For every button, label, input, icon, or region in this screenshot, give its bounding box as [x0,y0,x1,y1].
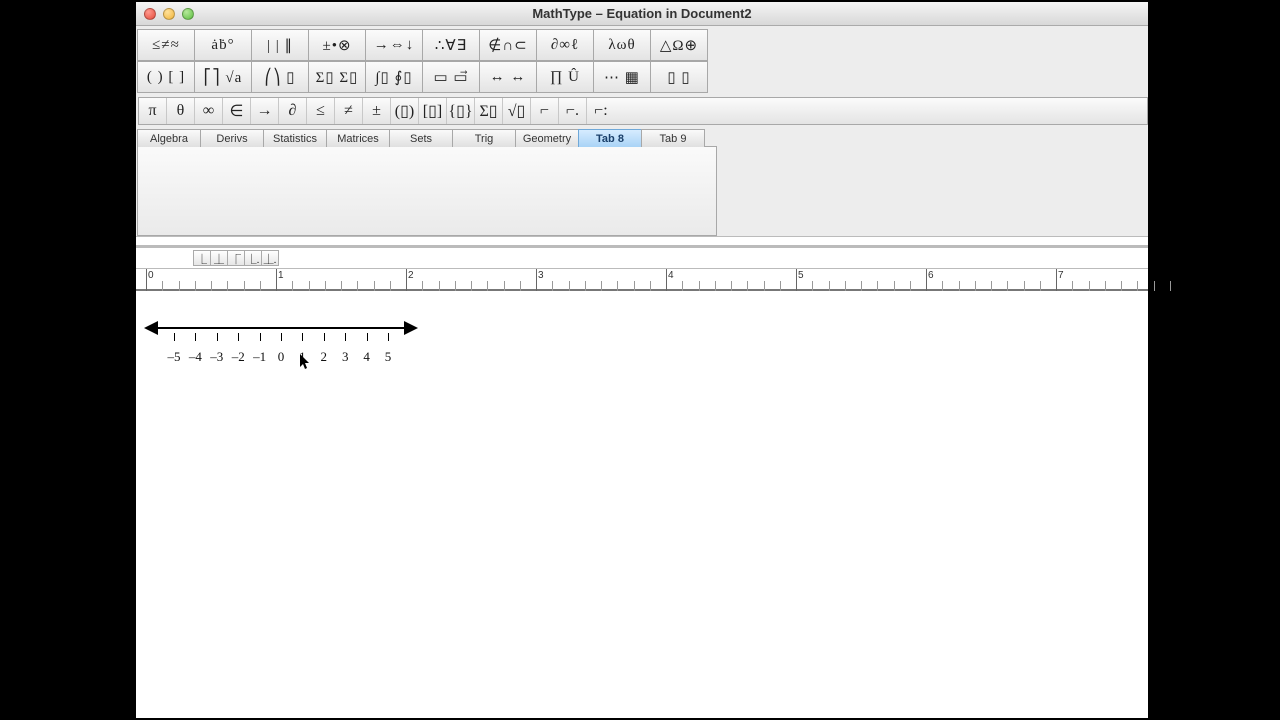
symbol-btn-16[interactable]: ⌐: [587,98,615,124]
arrow-right-icon [404,321,418,335]
tab-matrices[interactable]: Matrices [326,129,390,147]
number-line-label-3: –2 [232,349,245,365]
symbol-btn-15[interactable]: ⌐. [559,98,587,124]
symbol-btn-3[interactable]: ∈ [223,98,251,124]
tabstop-decimal[interactable]: ⎿. [244,250,262,266]
tab-statistics[interactable]: Statistics [263,129,327,147]
tabstop-left[interactable]: ⎿ [193,250,211,266]
number-line-label-8: 3 [342,349,349,365]
arrow-left-icon [144,321,158,335]
palette-btn-r2-2[interactable]: ⎛⎞ ▯ [251,61,309,93]
palette-btn-r1-4[interactable]: →⇔↓ [365,29,423,61]
number-line-label-4: –1 [253,349,266,365]
traffic-lights [144,8,194,20]
symbol-btn-0[interactable]: π [139,98,167,124]
symbol-btn-8[interactable]: ± [363,98,391,124]
palette-btn-r1-0[interactable]: ≤≠≈ [137,29,195,61]
symbol-btn-10[interactable]: [▯] [419,98,447,124]
tab-tab-8[interactable]: Tab 8 [578,129,642,147]
tab-derivs[interactable]: Derivs [200,129,264,147]
ruler-label-0: 0 [148,270,154,281]
symbol-btn-13[interactable]: √▯ [503,98,531,124]
palette-btn-r1-8[interactable]: λωθ [593,29,651,61]
palette-btn-r2-4[interactable]: ∫▯ ∮▯ [365,61,423,93]
ruler-label-3: 3 [538,270,544,281]
ruler-label-4: 4 [668,270,674,281]
tabstop-bar[interactable]: ⏊. [261,250,279,266]
minimize-button[interactable] [163,8,175,20]
palette-btn-r2-8[interactable]: ⋯ ▦ [593,61,651,93]
ruler-label-2: 2 [408,270,414,281]
palette-btn-r2-0[interactable]: ( ) [ ] [137,61,195,93]
ruler[interactable]: 0 1 2 3 4 5 6 7 [136,269,1148,291]
number-line-axis [146,327,416,329]
tab-sets[interactable]: Sets [389,129,453,147]
palette-btn-r2-5[interactable]: ▭ ▭⃗ [422,61,480,93]
symbol-btn-2[interactable]: ∞ [195,98,223,124]
palette-btn-r1-2[interactable]: | | ∥ [251,29,309,61]
window-title: MathType – Equation in Document2 [532,6,751,21]
number-line-label-2: –3 [210,349,223,365]
tabstop-right[interactable]: ⎾ [227,250,245,266]
tab-algebra[interactable]: Algebra [137,129,201,147]
tab-tab-9[interactable]: Tab 9 [641,129,705,147]
ruler-label-1: 1 [278,270,284,281]
editor-canvas[interactable]: –5–4–3–2–1012345 [136,291,1148,718]
palette-btn-r2-9[interactable]: ▯ ▯ [650,61,708,93]
app-window: MathType – Equation in Document2 ≤≠≈ȧḃ°|… [136,2,1148,718]
symbol-btn-12[interactable]: Σ▯ [475,98,503,124]
number-line-label-1: –4 [189,349,202,365]
ruler-label-5: 5 [798,270,804,281]
number-line-graphic: –5–4–3–2–1012345 [146,321,416,371]
tabs-row: AlgebraDerivsStatisticsMatricesSetsTrigG… [138,129,1148,147]
symbol-btn-6[interactable]: ≤ [307,98,335,124]
symbol-row: πθ∞∈→∂≤≠±(▯)[▯]{▯}Σ▯√▯⌐⌐.⌐: [138,97,1148,125]
palette-btn-r1-6[interactable]: ∉∩⊂ [479,29,537,61]
symbol-btn-4[interactable]: → [251,98,279,124]
symbol-btn-9[interactable]: (▯) [391,98,419,124]
palette-btn-r1-9[interactable]: △Ω⊕ [650,29,708,61]
zoom-button[interactable] [182,8,194,20]
palette-btn-r2-7[interactable]: ∏ Û [536,61,594,93]
number-line-label-10: 5 [385,349,392,365]
number-line-label-0: –5 [168,349,181,365]
tabstops-bar: ⎿ ⏊ ⎾ ⎿. ⏊. [136,247,1148,269]
palette-rows: ≤≠≈ȧḃ°| | ∥±•⊗→⇔↓∴∀∃∉∩⊂∂∞ℓλωθ△Ω⊕ ( ) [ ]… [138,29,1148,93]
symbol-btn-14[interactable]: ⌐ [531,98,559,124]
palette-row-1: ≤≠≈ȧḃ°| | ∥±•⊗→⇔↓∴∀∃∉∩⊂∂∞ℓλωθ△Ω⊕ [138,29,1148,61]
divider [136,237,1148,247]
number-line-label-9: 4 [363,349,370,365]
toolbars: ≤≠≈ȧḃ°| | ∥±•⊗→⇔↓∴∀∃∉∩⊂∂∞ℓλωθ△Ω⊕ ( ) [ ]… [136,26,1148,237]
palette-btn-r1-3[interactable]: ±•⊗ [308,29,366,61]
titlebar: MathType – Equation in Document2 [136,2,1148,26]
symbol-btn-7[interactable]: ≠ [335,98,363,124]
symbol-btn-5[interactable]: ∂ [279,98,307,124]
palette-btn-r2-1[interactable]: ⎡⎤ √a [194,61,252,93]
palette-btn-r2-3[interactable]: Σ▯ Σ▯ [308,61,366,93]
palette-row-2: ( ) [ ]⎡⎤ √a⎛⎞ ▯Σ▯ Σ▯∫▯ ∮▯▭ ▭⃗↔ ↔∏ Û⋯ ▦▯… [138,61,1148,93]
number-line-label-5: 0 [278,349,285,365]
number-line-label-7: 2 [321,349,328,365]
close-button[interactable] [144,8,156,20]
tab-trig[interactable]: Trig [452,129,516,147]
palette-btn-r1-5[interactable]: ∴∀∃ [422,29,480,61]
tab-panel [137,146,717,236]
tabstop-center[interactable]: ⏊ [210,250,228,266]
ruler-label-6: 6 [928,270,934,281]
palette-btn-r1-7[interactable]: ∂∞ℓ [536,29,594,61]
symbol-btn-11[interactable]: {▯} [447,98,475,124]
palette-btn-r2-6[interactable]: ↔ ↔ [479,61,537,93]
symbol-btn-1[interactable]: θ [167,98,195,124]
tab-geometry[interactable]: Geometry [515,129,579,147]
ruler-label-7: 7 [1058,270,1064,281]
mouse-cursor-icon [299,353,311,371]
palette-btn-r1-1[interactable]: ȧḃ° [194,29,252,61]
